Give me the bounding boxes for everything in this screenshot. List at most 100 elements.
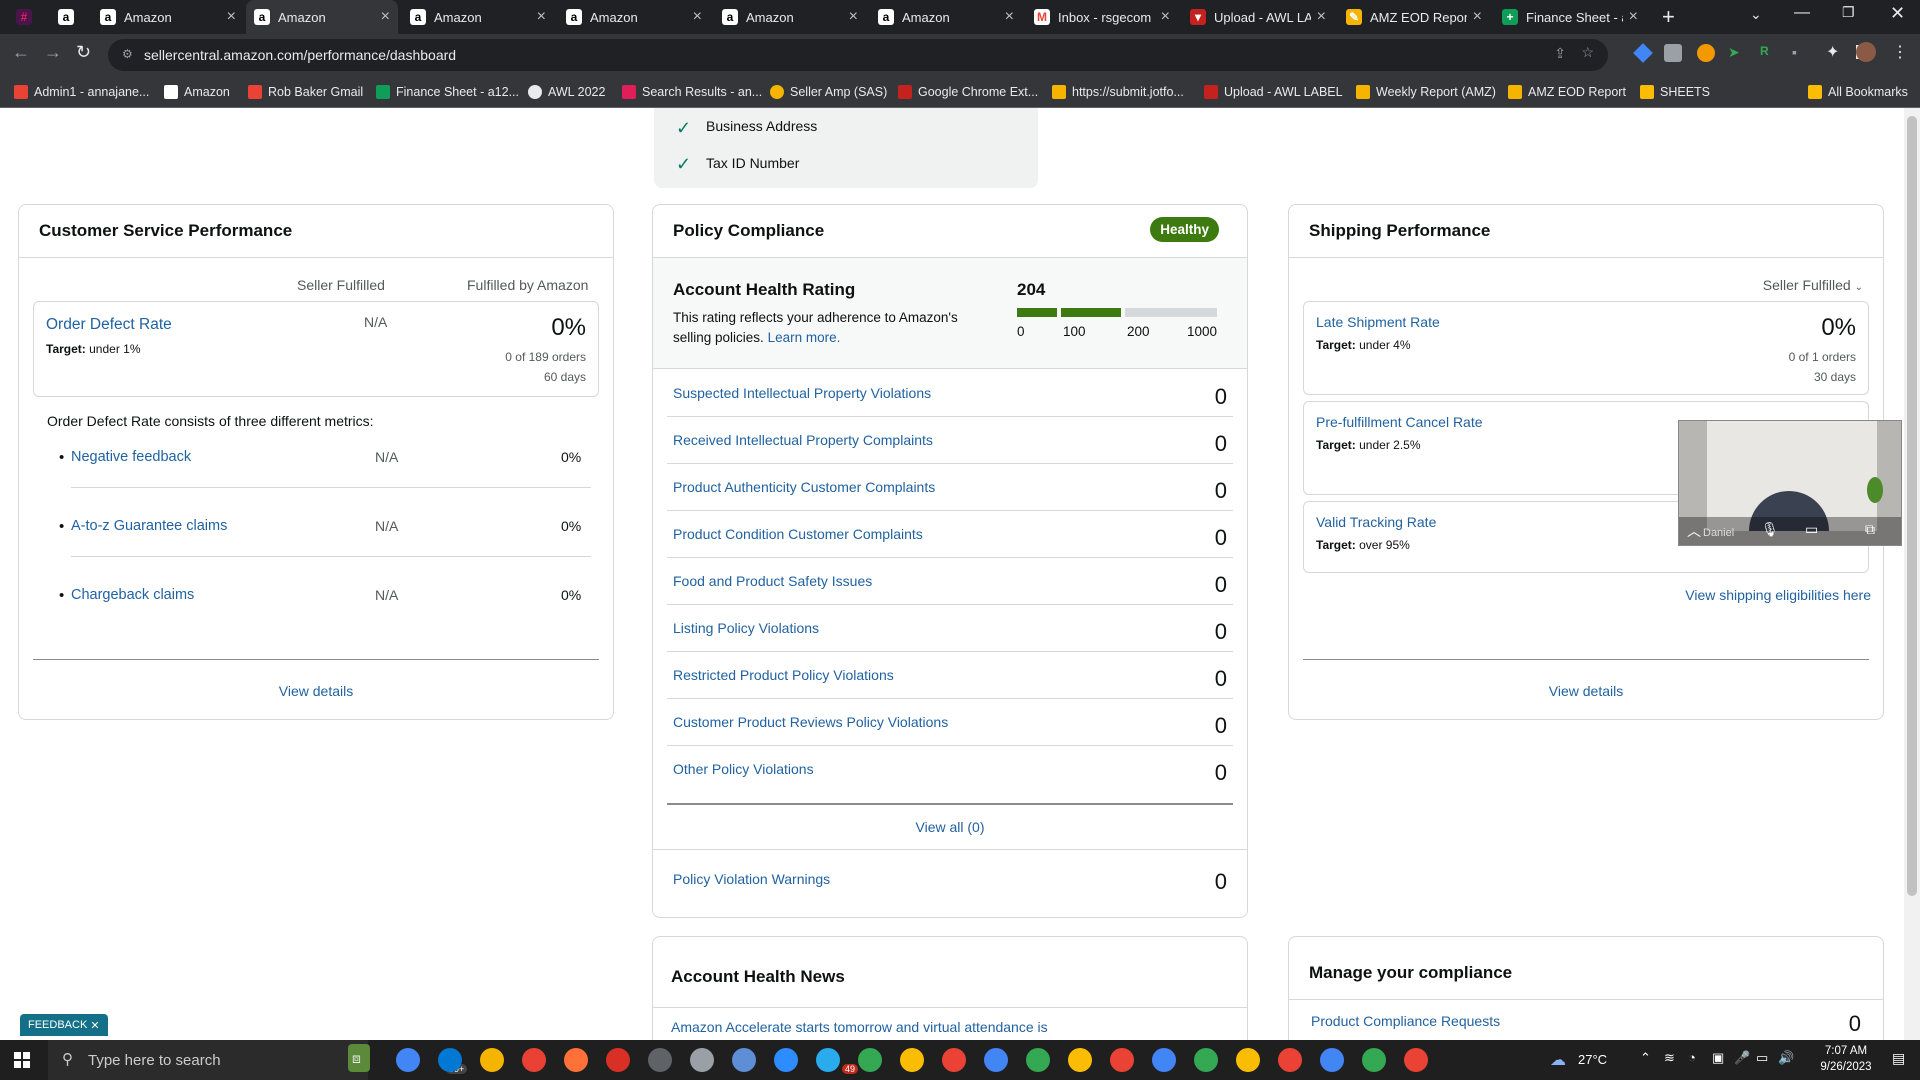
policy-row-link[interactable]: Restricted Product Policy Violations bbox=[673, 667, 894, 683]
bookmark-item[interactable]: Amazon bbox=[164, 82, 230, 102]
reload-icon[interactable]: ↻ bbox=[76, 42, 91, 63]
chrome-icon[interactable] bbox=[1068, 1048, 1092, 1072]
chevron-up-icon[interactable]: ⌃ bbox=[1640, 1050, 1651, 1066]
view-details-link[interactable]: View details bbox=[19, 683, 613, 699]
extensions-puzzle-icon[interactable]: ✦ bbox=[1826, 42, 1839, 62]
task-view-icon[interactable]: ⧈ bbox=[352, 1050, 361, 1067]
scrollbar-thumb[interactable] bbox=[1907, 116, 1917, 896]
tab-amazon-pinned[interactable]: a bbox=[50, 0, 90, 34]
tracking-rate-link[interactable]: Valid Tracking Rate bbox=[1316, 514, 1436, 530]
cancel-rate-link[interactable]: Pre-fulfillment Cancel Rate bbox=[1316, 414, 1483, 430]
tab-inbox[interactable]: M Inbox - rsgecom × bbox=[1026, 0, 1178, 34]
metric-link[interactable]: A-to-z Guarantee claims bbox=[71, 518, 227, 534]
chrome-icon[interactable] bbox=[984, 1048, 1008, 1072]
view-details-link[interactable]: View details bbox=[1289, 683, 1883, 699]
tab-slack[interactable]: # bbox=[8, 0, 48, 34]
extension-off-icon[interactable] bbox=[1664, 44, 1682, 62]
color-wheel-icon[interactable] bbox=[522, 1048, 546, 1072]
tab-amazon-4[interactable]: a Amazon × bbox=[558, 0, 710, 34]
wifi-icon[interactable]: ◔ bbox=[1688, 1050, 1696, 1065]
bookmark-item[interactable]: AMZ EOD Report bbox=[1508, 82, 1626, 102]
view-all-link[interactable]: View all (0) bbox=[653, 819, 1247, 835]
chrome-icon[interactable] bbox=[1236, 1048, 1260, 1072]
share-icon[interactable]: ⇪ bbox=[1554, 45, 1566, 62]
bookmark-folder[interactable]: SHEETS bbox=[1640, 82, 1710, 102]
snip-icon[interactable] bbox=[690, 1048, 714, 1072]
zoom-icon[interactable] bbox=[774, 1048, 798, 1072]
policy-row-link[interactable]: Food and Product Safety Issues bbox=[673, 573, 872, 589]
bookmark-item[interactable]: Upload - AWL LABEL bbox=[1204, 82, 1343, 102]
extension-icon[interactable] bbox=[1697, 44, 1715, 62]
shipping-eligibilities-link[interactable]: View shipping eligibilities here bbox=[1685, 587, 1871, 603]
bookmark-item[interactable]: Google Chrome Ext... bbox=[898, 82, 1038, 102]
close-icon[interactable]: × bbox=[1317, 8, 1326, 26]
microphone-icon[interactable]: 🎤 bbox=[1734, 1050, 1750, 1066]
policy-row-link[interactable]: Product Authenticity Customer Complaints bbox=[673, 479, 935, 495]
window-close-icon[interactable]: ✕ bbox=[1890, 3, 1905, 24]
site-info-icon[interactable]: ⚙ bbox=[122, 47, 133, 61]
weather-icon[interactable]: ☁ bbox=[1550, 1050, 1566, 1070]
chrome-icon[interactable] bbox=[396, 1048, 420, 1072]
policy-row-link[interactable]: Received Intellectual Property Complaint… bbox=[673, 432, 933, 448]
tab-amazon-6[interactable]: a Amazon × bbox=[870, 0, 1022, 34]
chevron-up-icon[interactable]: ︿ bbox=[1687, 521, 1701, 541]
tab-amazon-3[interactable]: a Amazon × bbox=[402, 0, 554, 34]
telegram-icon[interactable] bbox=[816, 1048, 840, 1072]
chrome-icon[interactable] bbox=[1320, 1048, 1344, 1072]
volume-icon[interactable]: 🔊 bbox=[1778, 1050, 1794, 1066]
mail-icon[interactable] bbox=[438, 1048, 462, 1072]
bookmark-item[interactable]: Search Results - an... bbox=[622, 82, 762, 102]
bookmark-item[interactable]: Admin1 - annajane... bbox=[14, 82, 149, 102]
tab-amazon-active[interactable]: a Amazon × bbox=[246, 0, 398, 34]
extension-icon[interactable]: ➤ bbox=[1728, 44, 1746, 62]
notifications-icon[interactable]: ▤ bbox=[1892, 1050, 1905, 1067]
page-scrollbar[interactable] bbox=[1904, 108, 1920, 1040]
metric-link[interactable]: Negative feedback bbox=[71, 449, 191, 465]
bookmark-item[interactable]: Weekly Report (AMZ) bbox=[1356, 82, 1496, 102]
menu-icon[interactable]: ⋮ bbox=[1892, 42, 1908, 62]
chrome-icon[interactable] bbox=[1026, 1048, 1050, 1072]
forward-icon[interactable]: → bbox=[44, 42, 62, 63]
extension-icon[interactable]: ▪ bbox=[1792, 44, 1810, 62]
close-icon[interactable]: ✕ bbox=[90, 1019, 99, 1032]
folder-icon[interactable] bbox=[480, 1048, 504, 1072]
bookmark-item[interactable]: Finance Sheet - a12... bbox=[376, 82, 519, 102]
close-icon[interactable]: × bbox=[1473, 8, 1482, 26]
odr-link[interactable]: Order Defect Rate bbox=[46, 316, 172, 334]
chrome-icon[interactable] bbox=[1152, 1048, 1176, 1072]
bookmark-item[interactable]: AWL 2022 bbox=[528, 82, 605, 102]
notes-icon[interactable] bbox=[732, 1048, 756, 1072]
chrome-icon[interactable] bbox=[900, 1048, 924, 1072]
url-bar[interactable]: ⚙ sellercentral.amazon.com/performance/d… bbox=[108, 39, 1608, 71]
mic-off-icon[interactable]: 🎙 bbox=[1761, 521, 1779, 538]
close-icon[interactable]: × bbox=[1161, 8, 1170, 26]
policy-warnings-link[interactable]: Policy Violation Warnings bbox=[673, 871, 830, 887]
metric-link[interactable]: Chargeback claims bbox=[71, 587, 194, 603]
restore-icon[interactable]: ❐ bbox=[1842, 4, 1855, 21]
tab-search-icon[interactable]: ⌄ bbox=[1750, 6, 1762, 23]
tab-amazon-1[interactable]: a Amazon × bbox=[92, 0, 244, 34]
policy-row-link[interactable]: Customer Product Reviews Policy Violatio… bbox=[673, 714, 948, 730]
news-item-link[interactable]: Amazon Accelerate starts tomorrow and vi… bbox=[671, 1019, 1048, 1035]
windows-start-icon[interactable] bbox=[14, 1052, 30, 1068]
fulfillment-dropdown[interactable]: Seller Fulfilled ⌄ bbox=[1763, 277, 1863, 293]
compliance-requests-link[interactable]: Product Compliance Requests bbox=[1311, 1013, 1500, 1029]
close-icon[interactable]: × bbox=[693, 8, 702, 26]
tab-finance[interactable]: + Finance Sheet - a × bbox=[1494, 0, 1646, 34]
tab-eod[interactable]: ✎ AMZ EOD Report × bbox=[1338, 0, 1490, 34]
firefox-icon[interactable] bbox=[564, 1048, 588, 1072]
battery-icon[interactable]: ▭ bbox=[1756, 1050, 1768, 1066]
close-icon[interactable]: × bbox=[1629, 8, 1638, 26]
extension-icon[interactable]: R bbox=[1760, 44, 1778, 62]
close-icon[interactable]: × bbox=[537, 8, 546, 26]
bookmark-item[interactable]: Rob Baker Gmail bbox=[248, 82, 363, 102]
wps-icon[interactable] bbox=[606, 1048, 630, 1072]
back-icon[interactable]: ← bbox=[12, 42, 30, 63]
late-shipment-link[interactable]: Late Shipment Rate bbox=[1316, 314, 1440, 330]
network-icon[interactable]: ≋ bbox=[1664, 1050, 1675, 1066]
tab-amazon-5[interactable]: a Amazon × bbox=[714, 0, 866, 34]
policy-row-link[interactable]: Listing Policy Violations bbox=[673, 620, 819, 636]
extension-icon[interactable] bbox=[1633, 43, 1653, 63]
profile-avatar[interactable] bbox=[1856, 42, 1876, 62]
calculator-icon[interactable] bbox=[648, 1048, 672, 1072]
